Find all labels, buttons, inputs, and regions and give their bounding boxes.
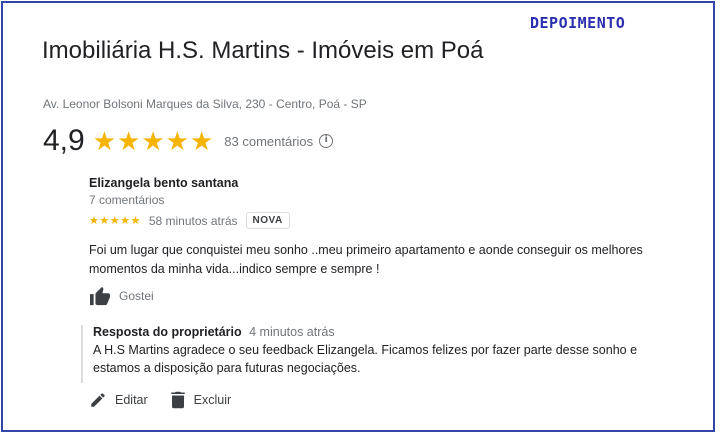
new-badge: NOVA	[245, 212, 290, 229]
rating-value: 4,9	[43, 124, 85, 157]
owner-reply-label: Resposta do proprietário	[93, 325, 242, 339]
info-icon[interactable]	[319, 134, 334, 148]
owner-reply-time: 4 minutos atrás	[249, 325, 335, 339]
thumbs-up-icon	[90, 286, 110, 306]
delete-label: Excluir	[193, 393, 232, 407]
rating-summary: 4,9 ★★★★★ 83 comentários	[43, 124, 334, 158]
business-address: Av. Leonor Bolsoni Marques da Silva, 230…	[43, 97, 367, 111]
reviewer-review-count: 7 comentários	[89, 193, 165, 207]
review-stars: ★★★★★	[89, 215, 141, 227]
like-label: Gostei	[119, 289, 154, 303]
reviewer-name[interactable]: Elizangela bento santana	[89, 176, 238, 190]
business-title: Imobiliária H.S. Martins - Imóveis em Po…	[42, 37, 484, 64]
owner-reply-header: Resposta do proprietário 4 minutos atrás	[93, 325, 683, 339]
edit-label: Editar	[115, 393, 148, 407]
rating-stars: ★★★★★	[92, 125, 215, 156]
owner-reply-text: A H.S Martins agradece o seu feedback El…	[93, 343, 638, 375]
delete-button[interactable]: Excluir	[170, 391, 232, 409]
review-time: 58 minutos atrás	[148, 213, 238, 228]
like-button[interactable]: Gostei	[89, 286, 154, 306]
review-card: DEPOIMENTO Imobiliária H.S. Martins - Im…	[1, 1, 715, 432]
reply-actions: Editar Excluir	[89, 391, 253, 409]
review-meta: ★★★★★ 58 minutos atrás NOVA	[89, 212, 290, 229]
corner-tag: DEPOIMENTO	[530, 14, 626, 32]
pencil-icon	[91, 393, 105, 407]
review-text: Foi um lugar que conquistei meu sonho ..…	[89, 243, 643, 276]
owner-reply: Resposta do proprietário 4 minutos atrás…	[81, 325, 683, 383]
review-count-link[interactable]: 83 comentários	[224, 134, 313, 149]
trash-icon	[170, 391, 185, 409]
edit-button[interactable]: Editar	[89, 391, 148, 409]
